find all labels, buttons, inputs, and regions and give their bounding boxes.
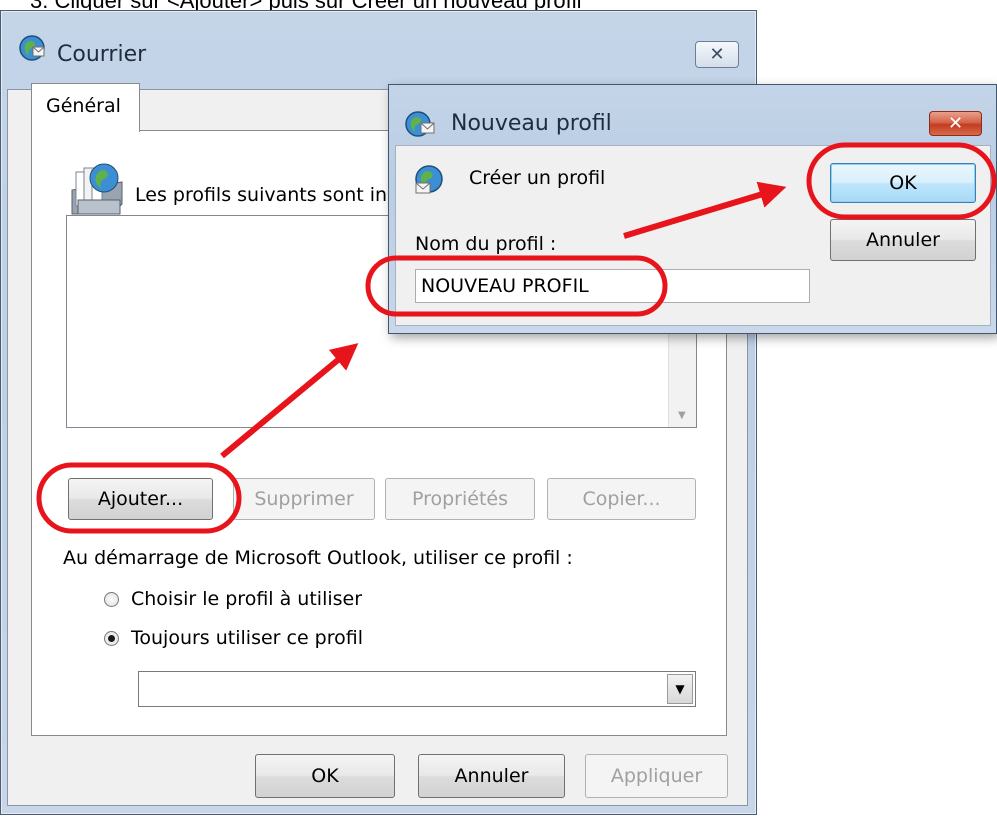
create-profile-label: Créer un profil — [469, 167, 606, 189]
dialog-title: Nouveau profil — [451, 111, 612, 136]
startup-label: Au démarrage de Microsoft Outlook, utili… — [63, 547, 573, 569]
close-icon: ✕ — [709, 44, 725, 65]
dropdown-arrow-icon[interactable]: ▼ — [667, 674, 693, 704]
close-button[interactable]: ✕ — [695, 41, 739, 68]
ok-button[interactable]: OK — [255, 754, 395, 798]
mail-globe-icon — [17, 33, 47, 68]
radio-always-use-profile[interactable]: Toujours utiliser ce profil — [104, 627, 363, 649]
properties-button[interactable]: Propriétés — [385, 478, 535, 520]
radio-label: Choisir le profil à utiliser — [131, 588, 363, 610]
tab-label: Général — [46, 95, 121, 117]
profile-select[interactable]: ▼ — [138, 671, 696, 707]
scroll-down-arrow-icon: ▼ — [678, 410, 686, 421]
profiles-description: Les profils suivants sont in — [135, 184, 388, 206]
new-profile-dialog: Nouveau profil ✕ Créer un profil Nom du … — [388, 84, 997, 334]
cancel-button[interactable]: Annuler — [418, 754, 565, 798]
radio-choose-profile[interactable]: Choisir le profil à utiliser — [104, 588, 362, 610]
add-profile-button[interactable]: Ajouter... — [68, 478, 213, 520]
copy-profile-button[interactable]: Copier... — [547, 478, 696, 520]
dialog-cancel-button[interactable]: Annuler — [830, 219, 976, 261]
dialog-close-button[interactable]: ✕ — [929, 111, 982, 136]
profile-globe-icon — [413, 163, 449, 202]
tab-general[interactable]: Général — [31, 83, 140, 132]
window-title: Courrier — [57, 42, 147, 67]
profile-name-label: Nom du profil : — [415, 233, 557, 255]
apply-button[interactable]: Appliquer — [585, 754, 728, 798]
close-icon: ✕ — [947, 113, 964, 134]
dialog-ok-button[interactable]: OK — [830, 163, 976, 203]
radio-label: Toujours utiliser ce profil — [131, 627, 364, 649]
mail-globe-icon — [403, 109, 439, 146]
remove-profile-button[interactable]: Supprimer — [233, 478, 375, 520]
radio-button-selected[interactable] — [104, 630, 119, 646]
profile-name-input[interactable]: NOUVEAU PROFIL — [415, 269, 810, 303]
radio-button[interactable] — [104, 591, 119, 607]
